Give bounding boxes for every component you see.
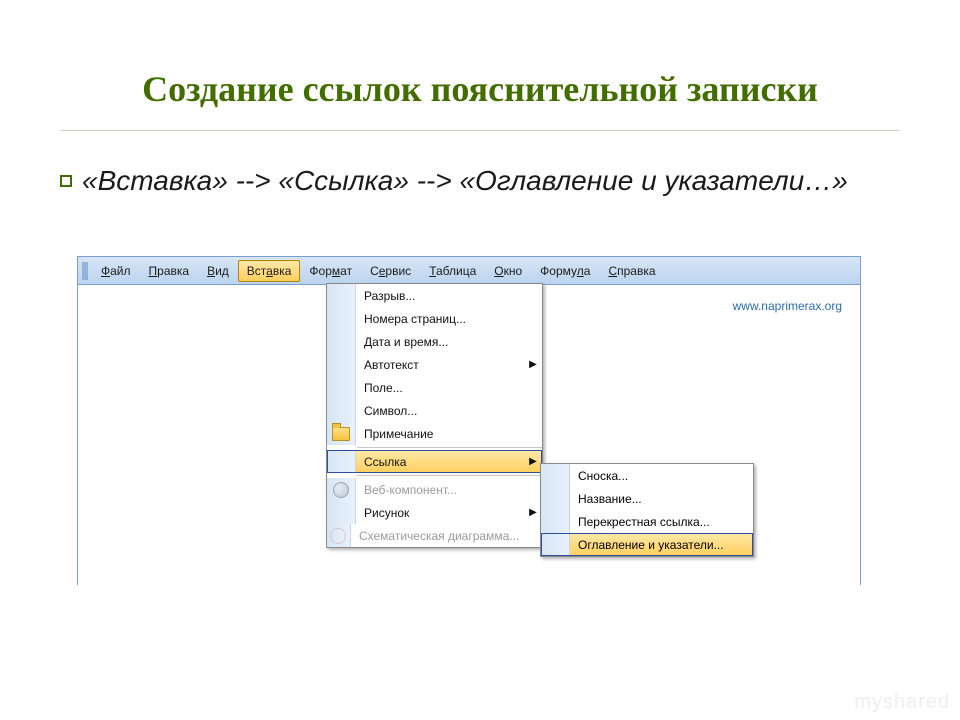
dropdown-item-icon-col bbox=[327, 284, 356, 307]
menu-separator bbox=[357, 475, 542, 476]
menu-item[interactable]: Формат bbox=[300, 260, 361, 282]
bullet-marker-icon bbox=[60, 175, 72, 187]
word-screenshot: ФайлПравкаВидВставкаФорматСервисТаблицаО… bbox=[77, 256, 861, 585]
dropdown-item[interactable]: Автотекст▶ bbox=[327, 353, 542, 376]
dropdown-item-icon-col bbox=[327, 501, 356, 524]
slide: Создание ссылок пояснительной записки «В… bbox=[0, 0, 960, 720]
submenu-arrow-icon: ▶ bbox=[524, 359, 542, 370]
submenu-item-icon-col bbox=[541, 510, 570, 533]
menu-item[interactable]: Формула bbox=[531, 260, 599, 282]
menu-item[interactable]: Окно bbox=[485, 260, 531, 282]
menu-item[interactable]: Таблица bbox=[420, 260, 485, 282]
submenu-item-label: Название... bbox=[570, 492, 753, 506]
menu-item[interactable]: Справка bbox=[599, 260, 664, 282]
dropdown-item-icon-col bbox=[327, 524, 351, 547]
submenu-item[interactable]: Название... bbox=[541, 487, 753, 510]
title-divider bbox=[60, 130, 900, 131]
bullet-text: «Вставка» --> «Ссылка» --> «Оглавление и… bbox=[82, 163, 848, 198]
submenu-item-icon-col bbox=[541, 487, 570, 510]
dropdown-item-label: Веб-компонент... bbox=[356, 483, 524, 497]
dropdown-item-icon-col bbox=[327, 330, 356, 353]
dropdown-item: Веб-компонент... bbox=[327, 478, 542, 501]
dropdown-item[interactable]: Ссылка▶ bbox=[327, 450, 542, 473]
submenu-item-label: Оглавление и указатели... bbox=[570, 533, 753, 556]
dropdown-item-icon-col bbox=[327, 376, 356, 399]
dropdown-item-label: Рисунок bbox=[356, 506, 524, 520]
dropdown-item-label: Поле... bbox=[356, 381, 524, 395]
link-submenu: Сноска... Название... Перекрестная ссылка.… bbox=[540, 463, 754, 557]
watermark-url: www.naprimerax.org bbox=[733, 299, 842, 313]
menu-item[interactable]: Вид bbox=[198, 260, 238, 282]
submenu-item-icon-col bbox=[541, 464, 570, 487]
dropdown-item-icon-col bbox=[327, 307, 356, 330]
dropdown-item-label: Символ... bbox=[356, 404, 524, 418]
dropdown-item-icon-col bbox=[327, 353, 356, 376]
toolbar-grip-icon bbox=[82, 262, 88, 280]
dropdown-item-icon-col bbox=[327, 399, 356, 422]
menubar: ФайлПравкаВидВставкаФорматСервисТаблицаО… bbox=[77, 256, 861, 285]
submenu-item-icon-col bbox=[541, 533, 570, 556]
folder-icon bbox=[332, 427, 350, 441]
menu-item[interactable]: Правка bbox=[140, 260, 199, 282]
dropdown-item-label: Номера страниц... bbox=[356, 312, 524, 326]
dropdown-item-label: Примечание bbox=[356, 427, 524, 441]
submenu-item-label: Сноска... bbox=[570, 469, 753, 483]
dropdown-item[interactable]: Дата и время... bbox=[327, 330, 542, 353]
menu-item[interactable]: Сервис bbox=[361, 260, 420, 282]
bullet-row: «Вставка» --> «Ссылка» --> «Оглавление и… bbox=[60, 163, 900, 198]
dropdown-item-icon-col bbox=[327, 478, 356, 501]
dropdown-item-label: Схематическая диаграмма... bbox=[351, 529, 527, 543]
insert-menu-dropdown: Разрыв... Номера страниц... Дата и время..… bbox=[326, 283, 543, 548]
dropdown-item-label: Разрыв... bbox=[356, 289, 524, 303]
dropdown-item[interactable]: Поле... bbox=[327, 376, 542, 399]
dropdown-item[interactable]: Разрыв... bbox=[327, 284, 542, 307]
dropdown-item[interactable]: Номера страниц... bbox=[327, 307, 542, 330]
submenu-item[interactable]: Оглавление и указатели... bbox=[541, 533, 753, 556]
site-watermark: myshared bbox=[854, 691, 950, 714]
dropdown-item[interactable]: Символ... bbox=[327, 399, 542, 422]
menu-item[interactable]: Файл bbox=[92, 260, 140, 282]
submenu-item-label: Перекрестная ссылка... bbox=[570, 515, 753, 529]
menu-separator bbox=[357, 447, 542, 448]
dropdown-item-icon-col bbox=[327, 450, 356, 473]
chart-icon bbox=[330, 528, 346, 544]
dropdown-item-label: Дата и время... bbox=[356, 335, 524, 349]
dropdown-item-label: Автотекст bbox=[356, 358, 524, 372]
submenu-item[interactable]: Перекрестная ссылка... bbox=[541, 510, 753, 533]
submenu-item[interactable]: Сноска... bbox=[541, 464, 753, 487]
slide-title: Создание ссылок пояснительной записки bbox=[60, 68, 900, 110]
dropdown-item[interactable]: Примечание bbox=[327, 422, 542, 445]
menu-item[interactable]: Вставка bbox=[238, 260, 301, 282]
dropdown-item-label: Ссылка bbox=[356, 450, 524, 473]
dropdown-item: Схематическая диаграмма... bbox=[327, 524, 542, 547]
dropdown-item[interactable]: Рисунок▶ bbox=[327, 501, 542, 524]
dropdown-item-icon-col bbox=[327, 422, 356, 445]
globe-icon bbox=[333, 482, 349, 498]
